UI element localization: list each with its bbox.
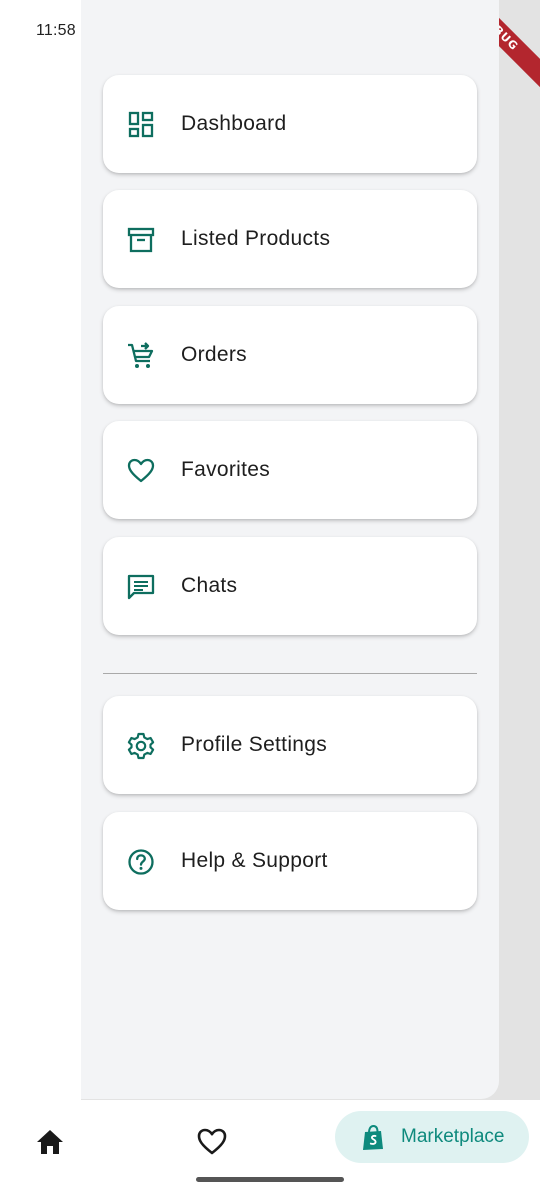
bottom-navigation: Marketplace [0,1100,540,1196]
menu-item-label: Listed Products [181,227,331,250]
home-icon[interactable] [35,1127,65,1157]
menu-item-label: Chats [181,574,238,597]
heart-outline-icon[interactable] [196,1126,228,1158]
chat-icon [127,574,155,600]
help-icon [128,849,154,875]
menu-item-chats[interactable]: Chats [103,537,477,635]
dashboard-icon [128,111,154,138]
menu-item-favorites[interactable]: Favorites [103,421,477,519]
marketplace-tab[interactable]: Marketplace [335,1111,529,1163]
menu-item-label: Profile Settings [181,733,328,756]
menu-item-label: Favorites [181,458,271,481]
heart-icon [127,458,155,483]
menu-item-label: Help & Support [181,849,328,872]
gesture-home-indicator[interactable] [196,1177,344,1182]
status-time: 11:58 [36,22,76,39]
menu-item-label: Orders [181,343,247,366]
menu-item-profile-settings[interactable]: Profile Settings [103,696,477,794]
cart-icon [128,342,154,368]
menu-item-orders[interactable]: Orders [103,306,477,404]
archive-icon [127,227,155,253]
left-panel [0,0,81,1100]
menu-item-label: Dashboard [181,112,287,135]
menu-divider [103,673,477,674]
shopping-bag-icon [363,1125,383,1150]
menu-item-dashboard[interactable]: Dashboard [103,75,477,173]
menu-item-listed-products[interactable]: Listed Products [103,190,477,288]
gear-icon [127,732,155,760]
menu-item-help-support[interactable]: Help & Support [103,812,477,910]
marketplace-label: Marketplace [401,1126,505,1147]
